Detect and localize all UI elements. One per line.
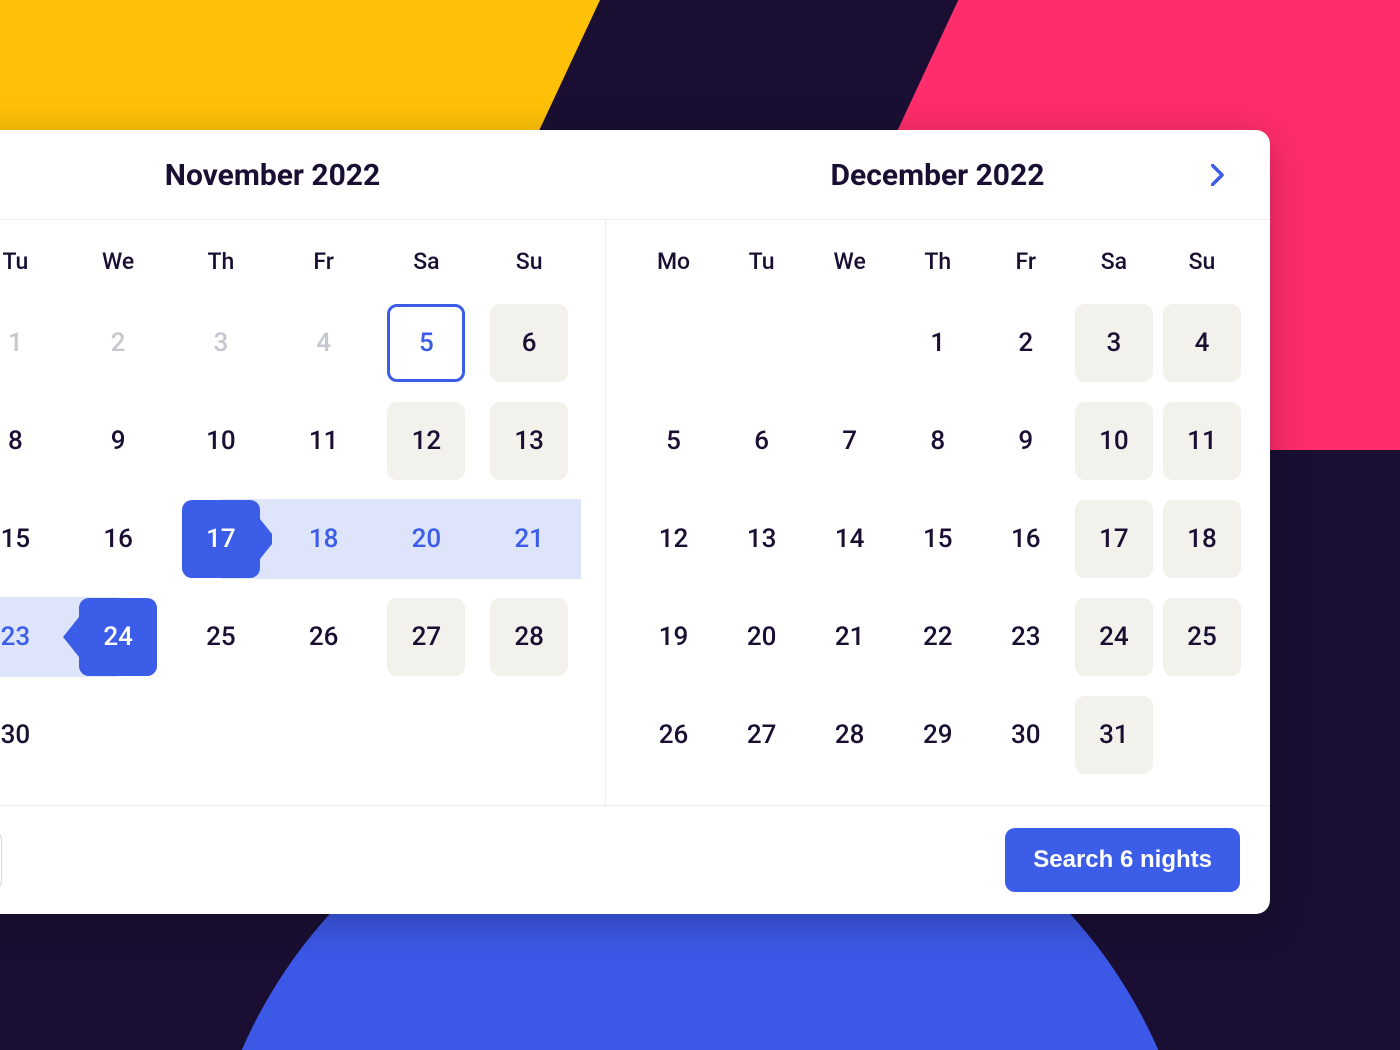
day-cell: 1: [0, 304, 54, 382]
day-cell[interactable]: 12: [635, 500, 713, 578]
day-cell[interactable]: 16: [987, 500, 1065, 578]
next-month-button[interactable]: [1196, 153, 1240, 197]
day-cell[interactable]: 6: [490, 304, 568, 382]
day-cell[interactable]: 26: [285, 598, 363, 676]
calendar-left: Tu We Th Fr Sa Su 1 2 3 4 5 6 8 9 10 11 …: [0, 220, 606, 805]
day-cell[interactable]: 25: [1163, 598, 1241, 676]
day-cell[interactable]: 30: [0, 696, 54, 774]
calendar-right: Mo Tu We Th Fr Sa Su 1 2 3 4 5 6 7 8: [606, 220, 1271, 805]
day-cell[interactable]: 18: [1163, 500, 1241, 578]
day-cell[interactable]: 23: [987, 598, 1065, 676]
day-cell-in-range[interactable]: 21: [478, 500, 581, 578]
dow-label: Th: [170, 230, 273, 285]
day-cell[interactable]: 13: [723, 500, 801, 578]
day-cell[interactable]: 29: [899, 696, 977, 774]
day-cell[interactable]: 11: [1163, 402, 1241, 480]
day-cell-in-range[interactable]: 18: [272, 500, 375, 578]
day-cell[interactable]: 28: [490, 598, 568, 676]
day-cell[interactable]: 15: [899, 500, 977, 578]
dow-label: Fr: [982, 230, 1070, 285]
day-cell[interactable]: 14: [811, 500, 889, 578]
dow-label: Tu: [0, 230, 67, 285]
day-cell-range-end[interactable]: 24: [79, 598, 157, 676]
day-cell[interactable]: 17: [1075, 500, 1153, 578]
day-cell[interactable]: 31: [1075, 696, 1153, 774]
dow-label: Su: [478, 230, 581, 285]
day-cell[interactable]: 2: [987, 304, 1065, 382]
date-picker-card: November 2022 December 2022 Tu We Th Fr …: [0, 130, 1270, 914]
day-cell-in-range[interactable]: 20: [375, 500, 478, 578]
day-cell[interactable]: 11: [285, 402, 363, 480]
dow-label: Th: [894, 230, 982, 285]
day-cell[interactable]: 12: [387, 402, 465, 480]
day-cell[interactable]: 13: [490, 402, 568, 480]
calendars-row: Tu We Th Fr Sa Su 1 2 3 4 5 6 8 9 10 11 …: [0, 220, 1270, 805]
calendar-footer: dates Search 6 nights: [0, 805, 1270, 914]
day-cell-today[interactable]: 5: [387, 304, 465, 382]
calendar-header: November 2022 December 2022: [0, 130, 1270, 220]
day-cell[interactable]: 24: [1075, 598, 1153, 676]
dow-label: Tu: [718, 230, 806, 285]
dow-label: Mo: [630, 230, 718, 285]
day-cell[interactable]: 22: [899, 598, 977, 676]
exact-dates-button[interactable]: dates: [0, 830, 2, 891]
day-cell[interactable]: 21: [811, 598, 889, 676]
day-cell[interactable]: 16: [79, 500, 157, 578]
day-cell[interactable]: 15: [0, 500, 54, 578]
dow-label: Sa: [375, 230, 478, 285]
dow-label: We: [67, 230, 170, 285]
day-cell: 2: [79, 304, 157, 382]
day-cell[interactable]: 25: [182, 598, 260, 676]
day-cell[interactable]: 7: [811, 402, 889, 480]
day-cell[interactable]: 9: [987, 402, 1065, 480]
day-cell[interactable]: 9: [79, 402, 157, 480]
day-cell[interactable]: 30: [987, 696, 1065, 774]
day-cell: 3: [182, 304, 260, 382]
dow-label: Sa: [1070, 230, 1158, 285]
month-title-right: December 2022: [605, 130, 1270, 219]
day-cell: 4: [285, 304, 363, 382]
day-cell[interactable]: 4: [1163, 304, 1241, 382]
chevron-right-icon: [1211, 164, 1225, 186]
day-cell-in-range[interactable]: 23: [0, 598, 67, 676]
day-cell[interactable]: 10: [1075, 402, 1153, 480]
day-cell[interactable]: 6: [723, 402, 801, 480]
day-cell[interactable]: 27: [723, 696, 801, 774]
day-cell[interactable]: 20: [723, 598, 801, 676]
day-cell[interactable]: 28: [811, 696, 889, 774]
month-title-left: November 2022: [0, 130, 605, 219]
day-cell[interactable]: 3: [1075, 304, 1153, 382]
dow-label: We: [806, 230, 894, 285]
dow-label: Su: [1158, 230, 1246, 285]
day-cell[interactable]: 8: [0, 402, 54, 480]
dow-label: Fr: [272, 230, 375, 285]
day-cell[interactable]: 5: [635, 402, 713, 480]
day-cell[interactable]: 26: [635, 696, 713, 774]
day-cell[interactable]: 27: [387, 598, 465, 676]
search-button[interactable]: Search 6 nights: [1005, 828, 1240, 892]
day-cell[interactable]: 8: [899, 402, 977, 480]
day-cell-range-start[interactable]: 17: [182, 500, 260, 578]
day-cell[interactable]: 10: [182, 402, 260, 480]
day-cell[interactable]: 19: [635, 598, 713, 676]
day-cell[interactable]: 1: [899, 304, 977, 382]
